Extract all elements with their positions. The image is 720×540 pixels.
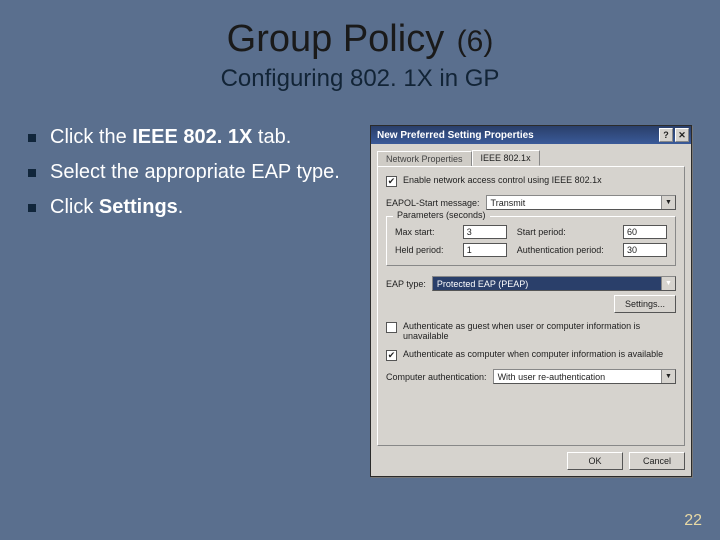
bullet-list: Click the IEEE 802. 1X tab. Select the a… <box>28 125 358 477</box>
close-button[interactable]: ✕ <box>675 128 689 142</box>
parameters-groupbox: Max start: 3 Start period: 60 Held perio… <box>386 216 676 266</box>
bullet-icon <box>28 169 36 177</box>
auth-period-field[interactable]: 30 <box>623 243 667 257</box>
auth-as-guest-checkbox[interactable]: Authenticate as guest when user or compu… <box>386 321 676 341</box>
enable-8021x-checkbox[interactable]: ✔ Enable network access control using IE… <box>386 175 676 187</box>
chevron-down-icon: ▼ <box>661 277 675 290</box>
auth-as-guest-label: Authenticate as guest when user or compu… <box>403 321 676 341</box>
settings-button[interactable]: Settings... <box>614 295 676 313</box>
title-paren: (6) <box>457 25 494 58</box>
eapol-start-dropdown[interactable]: Transmit ▼ <box>486 195 676 210</box>
held-period-field[interactable]: 1 <box>463 243 507 257</box>
start-period-label: Start period: <box>517 227 613 237</box>
eap-type-dropdown[interactable]: Protected EAP (PEAP) ▼ <box>432 276 676 291</box>
dialog-button-row: OK Cancel <box>371 452 691 476</box>
start-period-field[interactable]: 60 <box>623 225 667 239</box>
help-button[interactable]: ? <box>659 128 673 142</box>
computer-auth-dropdown[interactable]: With user re-authentication ▼ <box>493 369 676 384</box>
tab-ieee-8021x[interactable]: IEEE 802.1x <box>472 150 540 166</box>
slide-number: 22 <box>684 512 702 530</box>
computer-auth-label: Computer authentication: <box>386 372 487 382</box>
tab-panel: ✔ Enable network access control using IE… <box>377 166 685 446</box>
max-start-field[interactable]: 3 <box>463 225 507 239</box>
bullet-text: Click Settings. <box>50 195 183 220</box>
eap-type-label: EAP type: <box>386 279 426 289</box>
tab-network-properties[interactable]: Network Properties <box>377 151 472 167</box>
bullet-item: Click the IEEE 802. 1X tab. <box>28 125 358 150</box>
bullet-text: Click the IEEE 802. 1X tab. <box>50 125 291 150</box>
max-start-label: Max start: <box>395 227 453 237</box>
dialog-titlebar[interactable]: New Preferred Setting Properties ? ✕ <box>371 126 691 144</box>
bullet-text: Select the appropriate EAP type. <box>50 160 340 185</box>
checkbox-icon: ✔ <box>386 350 397 361</box>
ok-button[interactable]: OK <box>567 452 623 470</box>
bullet-item: Click Settings. <box>28 195 358 220</box>
bullet-item: Select the appropriate EAP type. <box>28 160 358 185</box>
dialog-title: New Preferred Setting Properties <box>377 130 534 141</box>
auth-period-label: Authentication period: <box>517 245 613 255</box>
title-main: Group Policy <box>227 18 445 60</box>
dialog-tabs: Network Properties IEEE 802.1x <box>371 144 691 166</box>
slide-title: Group Policy (6) <box>0 0 720 61</box>
eapol-start-label: EAPOL-Start message: <box>386 198 480 208</box>
checkbox-icon: ✔ <box>386 176 397 187</box>
cancel-button[interactable]: Cancel <box>629 452 685 470</box>
auth-as-computer-label: Authenticate as computer when computer i… <box>403 349 663 359</box>
held-period-label: Held period: <box>395 245 453 255</box>
checkbox-icon <box>386 322 397 333</box>
chevron-down-icon: ▼ <box>661 196 675 209</box>
properties-dialog: New Preferred Setting Properties ? ✕ Net… <box>370 125 692 477</box>
enable-8021x-label: Enable network access control using IEEE… <box>403 175 602 185</box>
slide-subtitle: Configuring 802. 1X in GP <box>0 65 720 93</box>
bullet-icon <box>28 204 36 212</box>
auth-as-computer-checkbox[interactable]: ✔ Authenticate as computer when computer… <box>386 349 676 361</box>
chevron-down-icon: ▼ <box>661 370 675 383</box>
bullet-icon <box>28 134 36 142</box>
